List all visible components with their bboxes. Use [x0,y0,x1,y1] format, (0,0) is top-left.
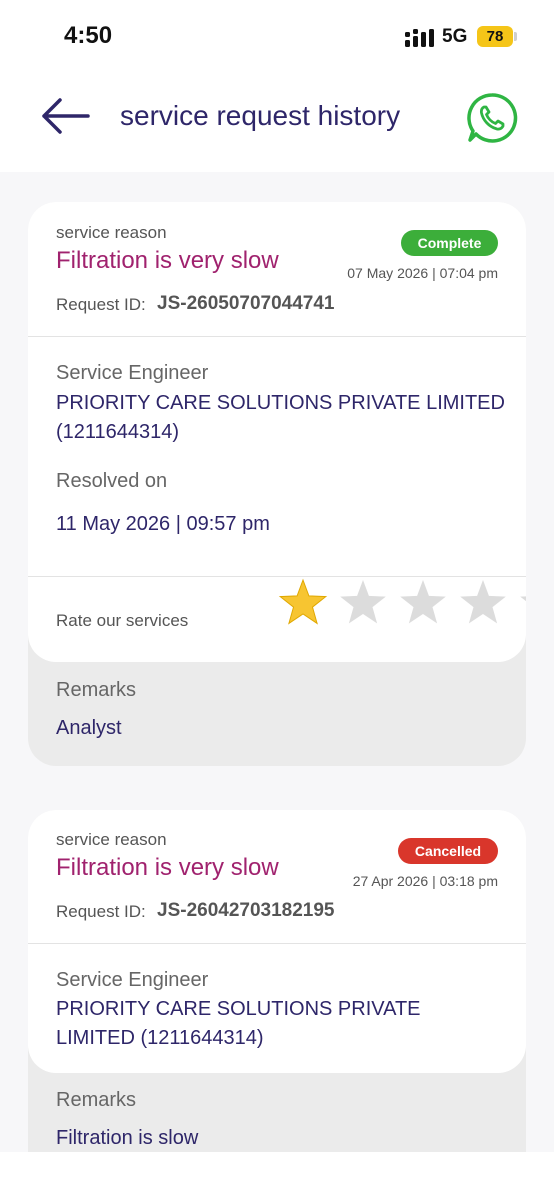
service-reason-label: service reason [56,830,167,849]
star-filled-icon[interactable] [278,578,328,628]
bottom-area [0,1152,554,1200]
divider [28,576,526,577]
engineer-label: Service Engineer [56,969,209,991]
remarks-label: Remarks [56,679,137,701]
rating-stars[interactable] [278,578,526,634]
remarks-value: Analyst [56,717,122,739]
service-reason-label: service reason [56,223,167,242]
network-type: 5G [442,26,468,47]
service-reason: Filtration is very slow [56,247,279,274]
arrow-left-icon[interactable] [36,94,94,138]
remarks-value: Filtration is slow [56,1127,199,1149]
resolved-label: Resolved on [56,470,168,492]
whatsapp-icon[interactable] [464,90,520,146]
status-bar: 4:50 5G 78 [0,0,554,72]
request-id: JS-26042703182195 [157,900,335,921]
request-id: JS-26050707044741 [157,293,335,314]
page-title: service request history [120,100,401,131]
divider [28,336,526,337]
star-empty-icon[interactable] [338,578,388,628]
engineer-name: PRIORITY CARE SOLUTIONS PRIVATE LIMITED [56,392,505,414]
star-empty-icon[interactable] [398,578,448,628]
signal-icon [405,29,434,47]
request-date: 27 Apr 2026 | 03:18 pm [352,873,498,889]
status-badge: Cancelled [398,838,498,864]
service-reason: Filtration is very slow [56,854,279,881]
battery-icon: 78 [477,26,517,47]
request-id-label: Request ID: [56,902,146,921]
app-header: service request history [0,72,554,172]
rate-label: Rate our services [56,611,189,630]
status-badge: Complete [401,230,498,256]
request-date: 07 May 2026 | 07:04 pm [347,265,498,281]
star-empty-icon[interactable] [458,578,508,628]
engineer-name: PRIORITY CARE SOLUTIONS PRIVATE [56,998,421,1020]
engineer-label: Service Engineer [56,362,209,384]
remarks-label: Remarks [56,1089,137,1111]
request-id-label: Request ID: [56,295,146,314]
engineer-id: (1211644314) [56,421,180,443]
star-empty-icon[interactable] [518,578,526,628]
request-card[interactable]: service reason Filtration is very slow C… [28,202,526,766]
resolved-date: 11 May 2026 | 09:57 pm [56,513,270,535]
request-card[interactable]: service reason Filtration is very slow C… [28,810,526,1152]
status-time: 4:50 [64,22,113,49]
request-card-body: service reason Filtration is very slow C… [28,202,526,662]
request-card-body: service reason Filtration is very slow C… [28,810,526,1073]
divider [28,943,526,944]
engineer-id: LIMITED (1211644314) [56,1027,264,1049]
